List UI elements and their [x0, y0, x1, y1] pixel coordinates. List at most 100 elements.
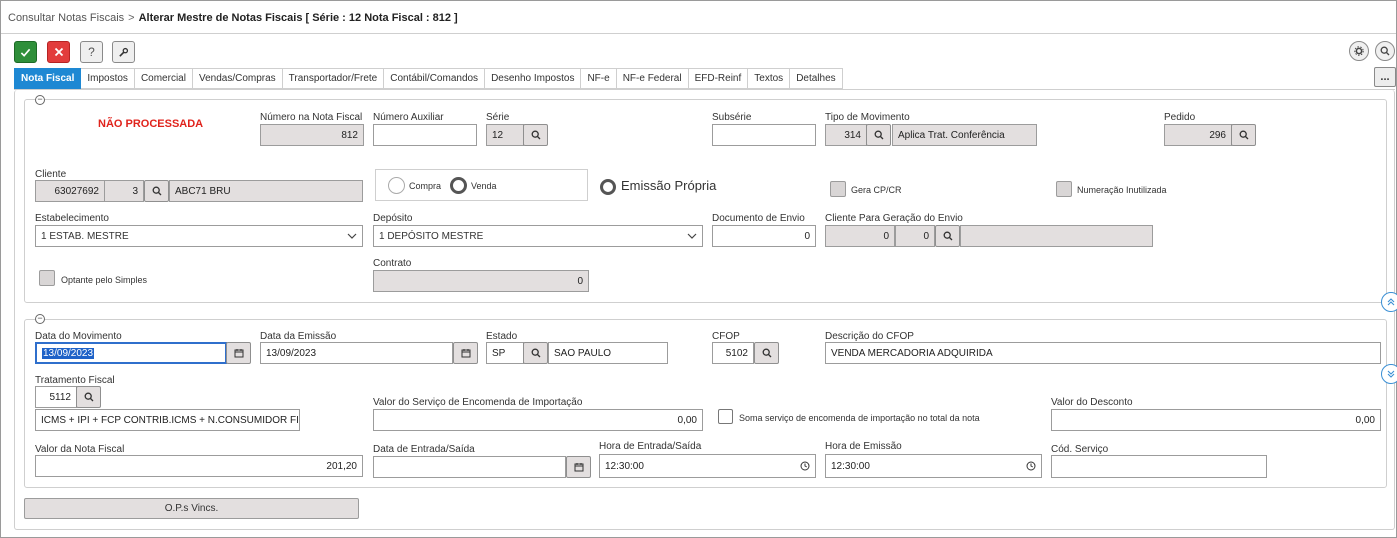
confirm-button[interactable]: [14, 41, 37, 63]
hora-entrada-field[interactable]: 12:30:00: [599, 454, 816, 478]
cod-servico-field[interactable]: [1051, 455, 1267, 478]
desc-cfop-field: VENDA MERCADORIA ADQUIRIDA: [825, 342, 1381, 364]
hora-emissao-label: Hora de Emissão: [825, 441, 902, 452]
header-divider: [1, 33, 1396, 34]
close-icon: [54, 47, 63, 57]
tab-nfe[interactable]: NF-e: [581, 68, 617, 89]
tipo-mov-search-button[interactable]: [866, 124, 891, 146]
serie-label: Série: [486, 112, 510, 123]
tab-nota-fiscal[interactable]: Nota Fiscal: [14, 68, 82, 89]
numeracao-inutilizada-checkbox[interactable]: [1056, 181, 1072, 197]
soma-servico-checkbox[interactable]: [718, 409, 733, 424]
search-icon: [84, 392, 93, 402]
cliente-envio-name-field: [960, 225, 1153, 247]
valor-nf-field[interactable]: 201,20: [35, 455, 363, 477]
tab-contabil-comandos[interactable]: Contábil/Comandos: [384, 68, 486, 89]
search-icon: [943, 231, 952, 241]
tab-comercial[interactable]: Comercial: [134, 68, 193, 89]
collapse-section2-icon[interactable]: −: [35, 314, 45, 324]
help-button[interactable]: ?: [80, 41, 103, 63]
pedido-field[interactable]: 296: [1164, 124, 1232, 146]
serie-field[interactable]: 12: [486, 124, 524, 146]
valor-servico-field[interactable]: 0,00: [373, 409, 703, 431]
calendar-icon: [461, 349, 470, 358]
cliente-sub-field[interactable]: 3: [104, 180, 144, 202]
tab-vendas-compras[interactable]: Vendas/Compras: [192, 68, 283, 89]
tipo-mov-desc-field: Aplica Trat. Conferência: [892, 124, 1037, 146]
expand-all-button[interactable]: [1381, 364, 1397, 384]
data-entrada-field[interactable]: [373, 456, 566, 478]
emissao-propria-radio[interactable]: [600, 179, 616, 195]
more-button[interactable]: ...: [1374, 67, 1396, 87]
trat-fiscal-code-field[interactable]: 5112: [35, 386, 77, 408]
hora-emissao-field[interactable]: 12:30:00: [825, 454, 1042, 478]
gera-cpcr-checkbox[interactable]: [830, 181, 846, 197]
deposito-select[interactable]: 1 DEPÓSITO MESTRE: [373, 225, 703, 247]
breadcrumb-parent[interactable]: Consultar Notas Fiscais: [8, 12, 124, 24]
data-emissao-label: Data da Emissão: [260, 331, 337, 342]
chevron-down-icon: [687, 233, 697, 239]
trat-fiscal-desc-field: ICMS + IPI + FCP CONTRIB.ICMS + N.CONSUM…: [35, 409, 300, 431]
subserie-label: Subsérie: [712, 112, 752, 123]
doc-envio-field[interactable]: 0: [712, 225, 816, 247]
collapse-section1-icon[interactable]: −: [35, 95, 45, 105]
cfop-field[interactable]: 5102: [712, 342, 754, 364]
data-mov-field[interactable]: 13/09/2023: [35, 342, 227, 364]
chevron-down-icon: [347, 233, 357, 239]
data-entrada-label: Data de Entrada/Saída: [373, 444, 475, 455]
breadcrumb: Consultar Notas Fiscais > Alterar Mestre d…: [8, 12, 458, 24]
cliente-envio-code-field[interactable]: 0: [825, 225, 895, 247]
tab-transportador-frete[interactable]: Transportador/Frete: [282, 68, 385, 89]
tab-desenho-impostos[interactable]: Desenho Impostos: [485, 68, 582, 89]
search-icon: [152, 186, 161, 196]
page-title: Alterar Mestre de Notas Fiscais [ Série …: [138, 12, 458, 24]
cliente-code-field[interactable]: 63027692: [35, 180, 105, 202]
subserie-field[interactable]: [712, 124, 816, 146]
data-emissao-field[interactable]: 13/09/2023: [260, 342, 453, 364]
tipo-mov-code-field[interactable]: 314: [825, 124, 867, 146]
estado-code-field[interactable]: SP: [486, 342, 524, 364]
serie-search-button[interactable]: [523, 124, 548, 146]
estado-search-button[interactable]: [523, 342, 548, 364]
tools-button[interactable]: [112, 41, 135, 63]
numero-nf-field[interactable]: 812: [260, 124, 364, 146]
data-mov-calendar-button[interactable]: [226, 342, 251, 364]
double-chevron-up-icon: [1387, 298, 1395, 306]
compra-radio[interactable]: [388, 177, 405, 194]
valor-desconto-field[interactable]: 0,00: [1051, 409, 1381, 431]
contrato-field[interactable]: 0: [373, 270, 589, 292]
settings-button[interactable]: [1349, 41, 1369, 61]
tab-textos[interactable]: Textos: [748, 68, 791, 89]
numero-aux-field[interactable]: [373, 124, 477, 146]
gear-icon: [1354, 46, 1364, 56]
cliente-search-button[interactable]: [144, 180, 169, 202]
compra-label: Compra: [409, 181, 442, 191]
cliente-envio-sub-field[interactable]: 0: [895, 225, 935, 247]
data-mov-label: Data do Movimento: [35, 331, 122, 342]
cliente-envio-search-button[interactable]: [935, 225, 960, 247]
tab-efd-reinf[interactable]: EFD-Reinf: [688, 68, 749, 89]
collapse-all-button[interactable]: [1381, 292, 1397, 312]
data-emissao-calendar-button[interactable]: [453, 342, 478, 364]
trat-fiscal-search-button[interactable]: [76, 386, 101, 408]
venda-radio[interactable]: [450, 177, 467, 194]
double-chevron-down-icon: [1387, 370, 1395, 378]
data-entrada-calendar-button[interactable]: [566, 456, 591, 478]
tab-impostos[interactable]: Impostos: [81, 68, 135, 89]
valor-nf-label: Valor da Nota Fiscal: [35, 444, 125, 455]
numeracao-inutilizada-label: Numeração Inutilizada: [1077, 185, 1167, 195]
cancel-button[interactable]: [47, 41, 70, 63]
pedido-search-button[interactable]: [1231, 124, 1256, 146]
tab-detalhes[interactable]: Detalhes: [790, 68, 843, 89]
estabelecimento-value: 1 ESTAB. MESTRE: [41, 230, 129, 242]
optante-checkbox[interactable]: [39, 270, 55, 286]
cfop-search-button[interactable]: [754, 342, 779, 364]
search-icon: [531, 130, 540, 140]
tab-nfe-federal[interactable]: NF-e Federal: [616, 68, 689, 89]
deposito-label: Depósito: [373, 213, 413, 224]
search-button[interactable]: [1375, 41, 1395, 61]
ops-vinculadas-button[interactable]: O.P.s Vincs.: [24, 498, 359, 519]
search-icon: [531, 348, 540, 358]
cliente-label: Cliente: [35, 169, 67, 180]
estabelecimento-select[interactable]: 1 ESTAB. MESTRE: [35, 225, 363, 247]
